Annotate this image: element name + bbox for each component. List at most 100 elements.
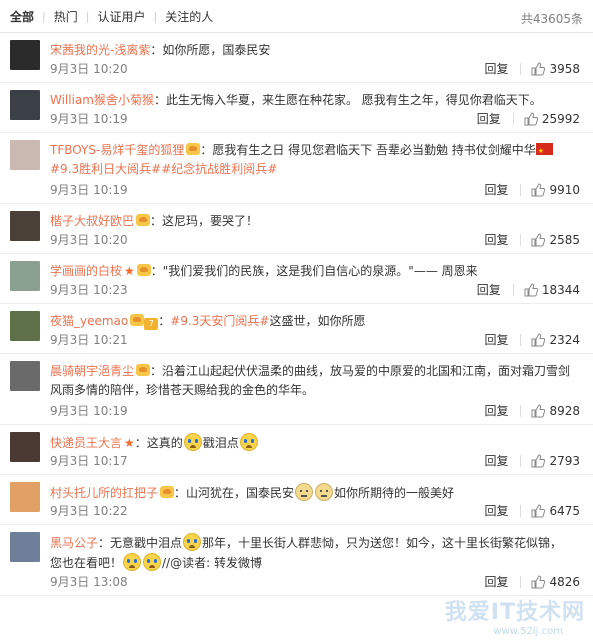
like-button[interactable]: 4826 [531,575,580,589]
action-divider [520,504,522,517]
comment-actions: 回复 2793 [484,452,580,469]
like-button[interactable]: 9910 [531,183,580,197]
comment-username[interactable]: 学画画的白桉 [50,264,122,278]
comment-actions: 回复 9910 [484,181,580,198]
member-crown-icon [160,486,175,498]
reply-button[interactable]: 回复 [484,402,508,419]
comment-item: 宋茜我的光-浅离紫：如你所愿，国泰民安 9月3日 10:20 回复 3958 [0,33,593,83]
hashtag-link[interactable]: #9.3天安门阅兵# [170,314,269,328]
comment-text: ：愿我有生之日 得见您君临天下 吾辈必当勤勉 持书仗剑耀中华 [200,143,536,157]
comment-username[interactable]: TFBOYS-易烊千玺的狐狸 [50,143,184,157]
action-divider [520,454,522,467]
comment-actions: 回复 18344 [477,281,580,298]
like-count: 2585 [549,232,580,247]
thumbs-up-icon [531,503,546,517]
comment-username[interactable]: 宋茜我的光-浅离紫 [50,43,150,57]
comment-text: ：此生无悔入华夏，来生愿在种花家。 愿我有生之年，得见你君临天下。 [153,93,542,107]
avatar[interactable] [10,40,40,70]
avatar[interactable] [10,432,40,462]
crying-emoji-icon [143,553,162,571]
reply-button[interactable]: 回复 [484,231,508,248]
comment-timestamp: 9月3日 10:19 [50,183,128,197]
tab-following[interactable]: 关注的人 [157,8,221,25]
avatar[interactable] [10,90,40,120]
verified-star-icon: ★ [124,264,135,278]
tab-hot[interactable]: 热门 [46,8,86,25]
tab-verified-users[interactable]: 认证用户 [89,8,153,25]
comment-timestamp: 9月3日 13:08 [50,575,128,589]
comment-username[interactable]: William猴舍小菊猴 [50,93,154,107]
avatar[interactable] [10,311,40,341]
comment-filter-tabs: 全部 | 热门 | 认证用户 | 关注的人 共43605条 [0,0,593,33]
comment-item: 黑马公子：无意戳中泪点 那年，十里长街人群悲恸，只为送您！如今，这十里长街繁花似锦… [0,525,593,596]
reply-button[interactable]: 回复 [484,573,508,590]
sad-emoji-icon [315,483,334,501]
like-count: 9910 [549,182,580,197]
reply-button[interactable]: 回复 [477,281,501,298]
comment-list: 宋茜我的光-浅离紫：如你所愿，国泰民安 9月3日 10:20 回复 3958 Willi… [0,33,593,596]
comment-item: 村头托儿所的扛把子 ：山河犹在，国泰民安 如你所期待的一般美好 9月3日 10:22 回… [0,475,593,525]
reply-button[interactable]: 回复 [484,331,508,348]
like-count: 3958 [549,61,580,76]
like-count: 8928 [549,403,580,418]
comment-timestamp: 9月3日 10:22 [50,504,128,518]
like-button[interactable]: 18344 [524,283,580,297]
avatar[interactable] [10,211,40,241]
reply-button[interactable]: 回复 [484,452,508,469]
thumbs-up-icon [531,332,546,346]
comment-text: ："我们爱我们的民族，这是我们自信心的泉源。"—— 周恩来 [150,264,478,278]
comment-item: TFBOYS-易烊千玺的狐狸 ：愿我有生之日 得见您君临天下 吾辈必当勤勉 持书仗… [0,133,593,204]
comment-item: 夜猫_yeemao 7 ：#9.3天安门阅兵#这盛世，如你所愿 9月3日 10:21 回… [0,304,593,354]
thumbs-up-icon [531,232,546,246]
avatar[interactable] [10,261,40,291]
crying-emoji-icon [123,553,142,571]
comment-item: 楷子大叔好欧巴 ：这尼玛，要哭了！ 9月3日 10:20 回复 2585 [0,204,593,254]
comment-timestamp: 9月3日 10:19 [50,404,128,418]
comment-text: ：这真的 [134,436,183,450]
comment-text: ：这尼玛，要哭了！ [150,214,259,228]
comment-username[interactable]: 楷子大叔好欧巴 [50,214,134,228]
like-button[interactable]: 2793 [531,454,580,468]
comment-username[interactable]: 村头托儿所的扛把子 [50,486,158,500]
hashtag-link[interactable]: #9.3胜利日大阅兵##纪念抗战胜利阅兵# [50,162,277,176]
avatar[interactable] [10,532,40,562]
comment-username[interactable]: 晨骑朝宇浥青尘 [50,364,134,378]
like-count: 18344 [541,282,580,297]
thumbs-up-icon [531,574,546,588]
comment-timestamp: 9月3日 10:19 [50,112,128,126]
comment-text: ： [158,314,171,328]
reply-button[interactable]: 回复 [484,502,508,519]
tab-all[interactable]: 全部 [10,8,42,25]
comment-text: 戳泪点 [202,436,239,450]
comment-actions: 回复 3958 [484,60,580,77]
comment-username[interactable]: 黑马公子 [50,536,98,550]
like-button[interactable]: 8928 [531,404,580,418]
reply-button[interactable]: 回复 [477,110,501,127]
comment-actions: 回复 25992 [477,110,580,127]
reply-button[interactable]: 回复 [484,60,508,77]
like-count: 6475 [549,503,580,518]
like-button[interactable]: 25992 [524,112,580,126]
reply-button[interactable]: 回复 [484,181,508,198]
comment-content: 宋茜我的光-浅离紫：如你所愿，国泰民安 [50,41,573,60]
comment-actions: 回复 4826 [484,573,580,590]
member-crown-icon [186,143,201,155]
member-crown-icon [136,364,151,376]
like-button[interactable]: 2585 [531,233,580,247]
avatar[interactable] [10,482,40,512]
avatar[interactable] [10,361,40,391]
like-count: 25992 [541,111,580,126]
comment-text: //@读者: 转发微博 [162,556,262,570]
comment-username[interactable]: 夜猫_yeemao [50,314,128,328]
comment-total-count: 共43605条 [520,12,583,26]
avatar[interactable] [10,140,40,170]
comment-username[interactable]: 快递员王大言 [50,436,122,450]
comment-actions: 回复 2324 [484,331,580,348]
thumbs-up-icon [531,61,546,75]
comment-item: 晨骑朝宇浥青尘 ：沿着江山起起伏伏温柔的曲线，放马爱的中原爱的北国和江南，面对霜刀… [0,354,593,425]
like-button[interactable]: 3958 [531,62,580,76]
comment-text: ：如你所愿，国泰民安 [150,43,271,57]
like-button[interactable]: 2324 [531,333,580,347]
crying-emoji-icon [239,433,258,451]
like-button[interactable]: 6475 [531,504,580,518]
